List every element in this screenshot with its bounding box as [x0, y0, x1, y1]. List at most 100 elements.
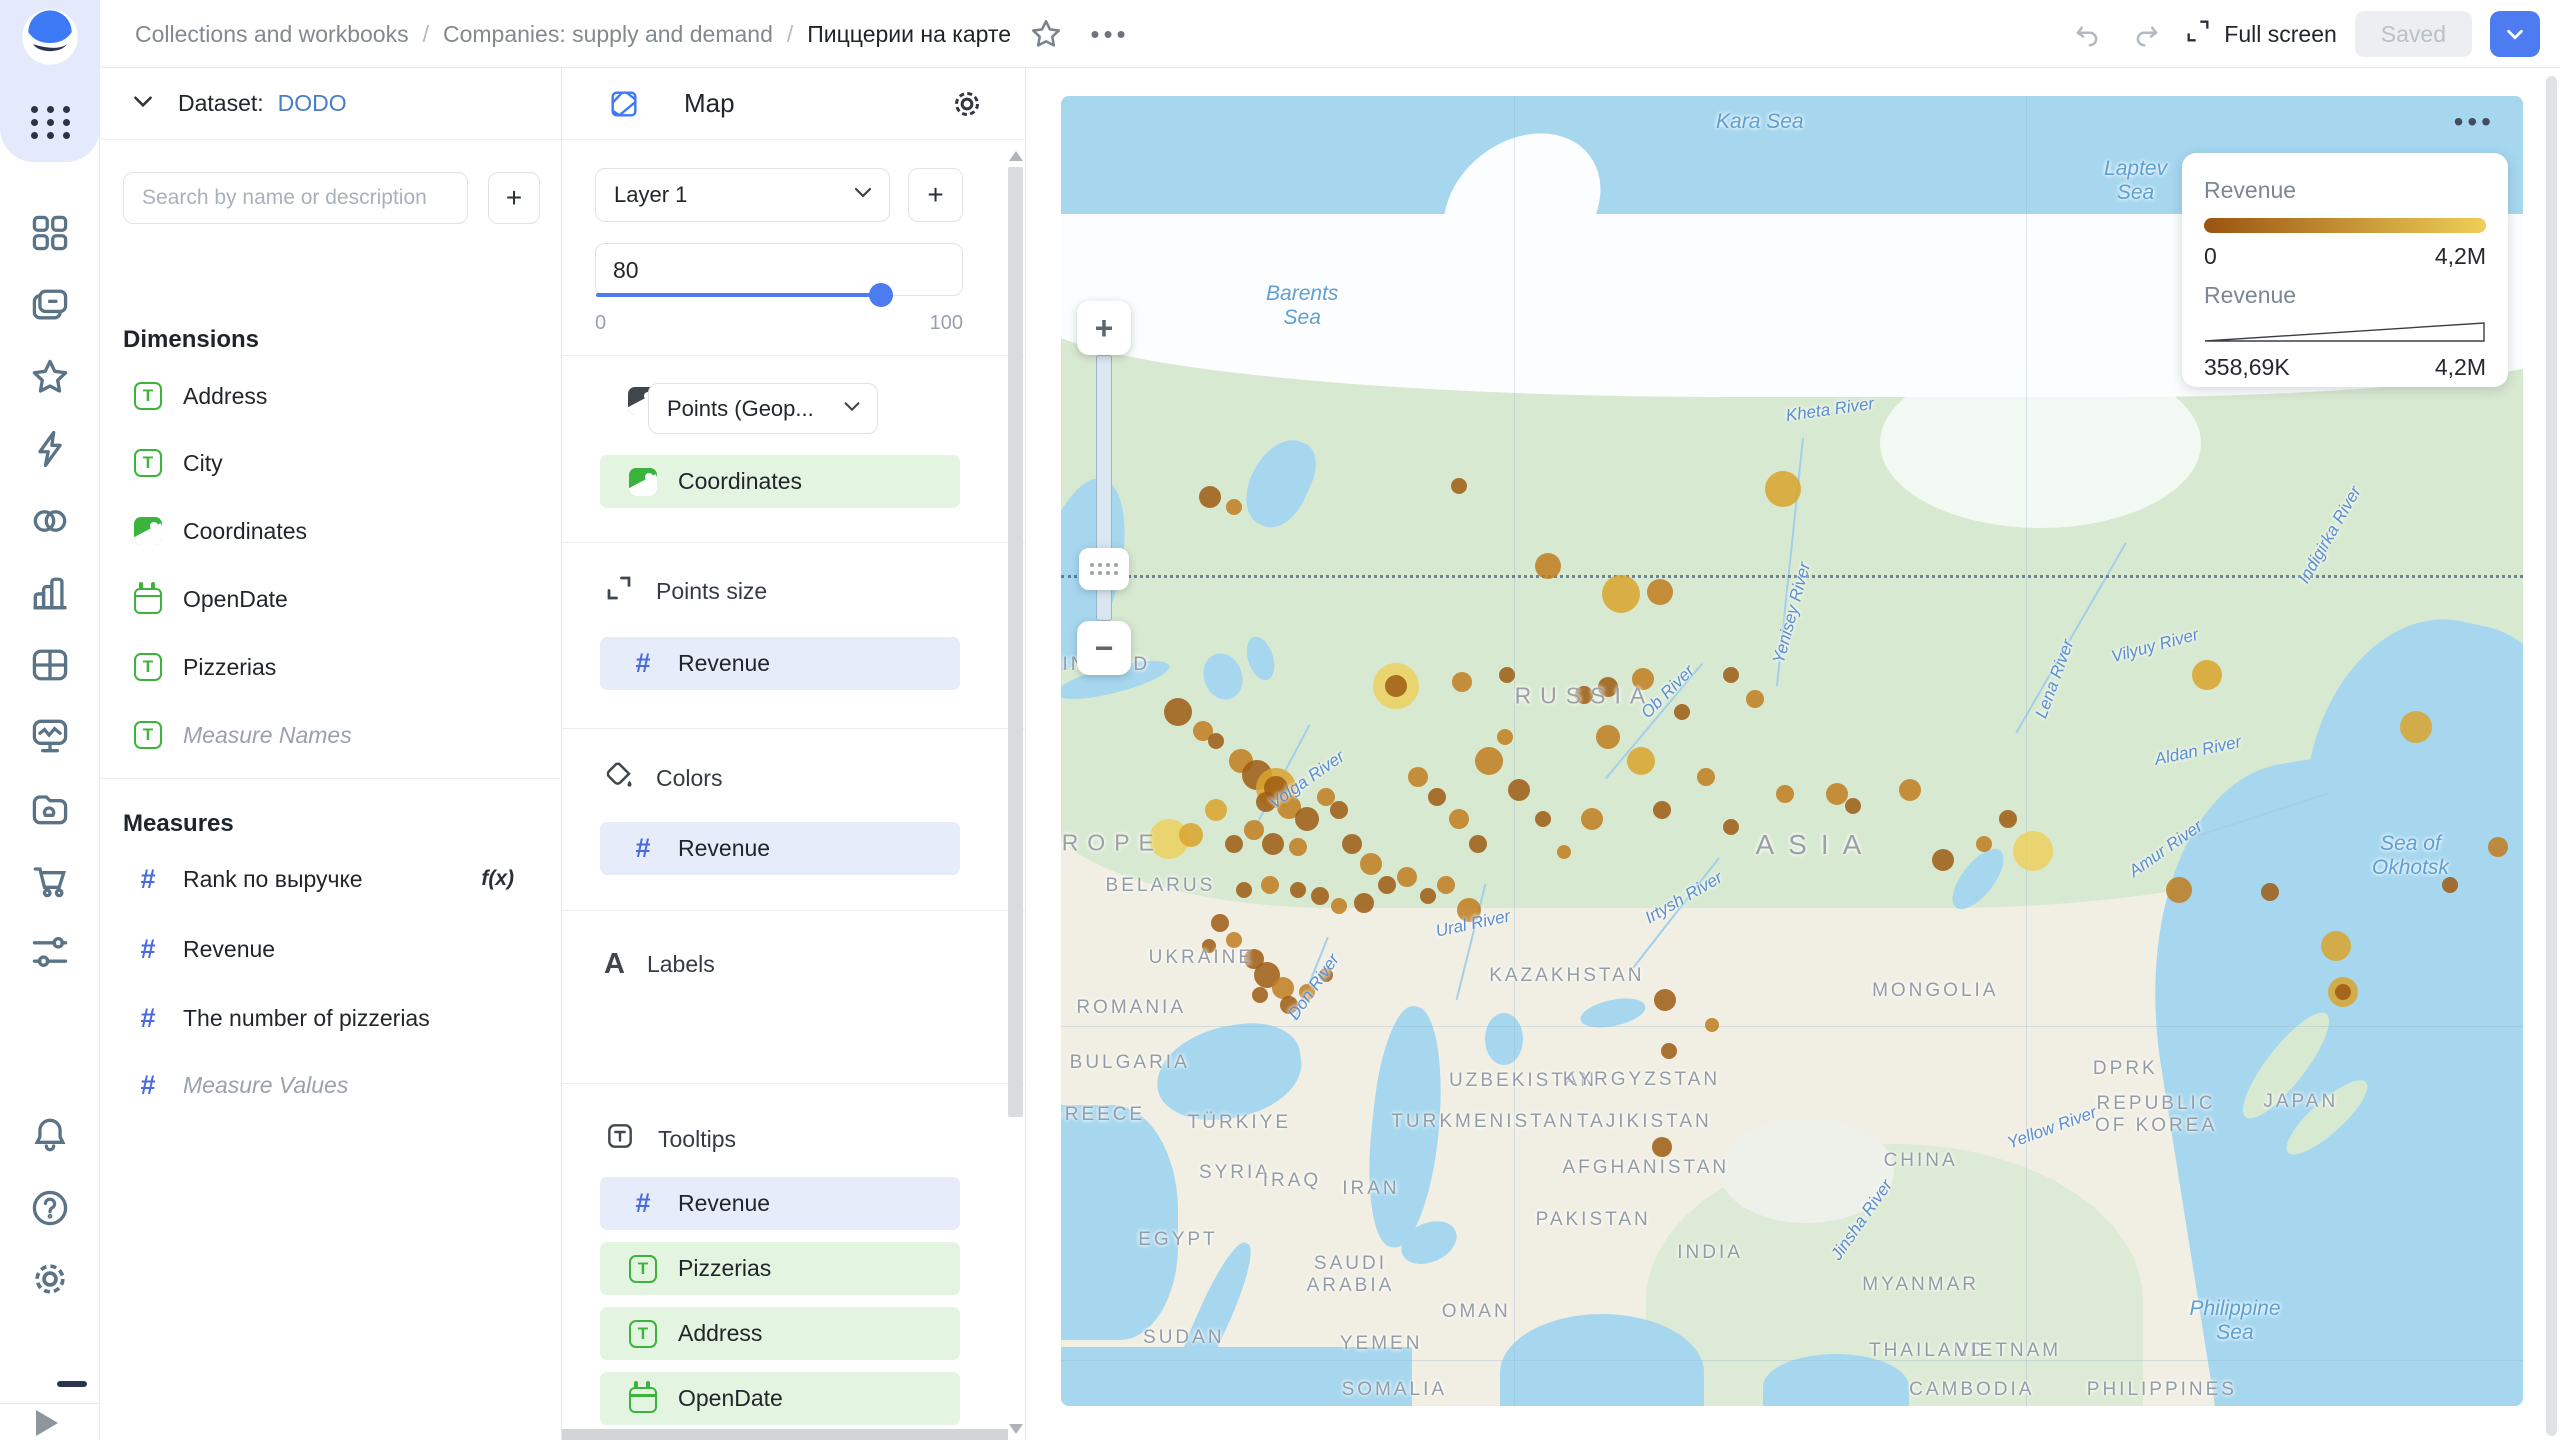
map-data-point[interactable] — [1627, 747, 1656, 776]
chip-pizzerias[interactable]: T Pizzerias — [600, 1242, 960, 1295]
scroll-up-icon[interactable] — [1009, 151, 1023, 161]
map-data-point[interactable] — [1397, 866, 1418, 887]
map-data-point[interactable] — [1448, 809, 1469, 830]
map-data-point[interactable] — [1999, 810, 2018, 829]
favorite-star-icon[interactable] — [1028, 16, 1064, 52]
map-canvas[interactable]: Kara Sea Barents Sea Laptev Sea Sea of Okhotsk… — [1061, 96, 2523, 1406]
expand-panel-icon[interactable] — [36, 1410, 58, 1436]
map-data-point[interactable] — [1353, 892, 1374, 913]
map-data-point[interactable] — [1475, 747, 1504, 776]
map-data-point[interactable] — [2335, 984, 2352, 1001]
sidebar-item-quick-actions[interactable] — [28, 427, 72, 471]
settings-gear-icon[interactable] — [28, 1257, 72, 1301]
map-data-point[interactable] — [2320, 931, 2351, 962]
dataset-name-link[interactable]: DODO — [278, 90, 347, 117]
breadcrumb-more-icon[interactable]: ••• — [1082, 14, 1138, 54]
map-data-point[interactable] — [1329, 800, 1348, 819]
map-data-point[interactable] — [1497, 728, 1514, 745]
field-row-rank-по-выручке[interactable]: # Rank по выручке f(x) — [110, 851, 540, 907]
sidebar-item-tables[interactable] — [28, 643, 72, 687]
field-row-revenue[interactable]: # Revenue — [110, 921, 540, 977]
map-data-point[interactable] — [1661, 1042, 1678, 1059]
field-row-address[interactable]: T Address — [110, 368, 540, 424]
map-data-point[interactable] — [1765, 471, 1802, 507]
map-data-point[interactable] — [1359, 852, 1382, 875]
map-data-point[interactable] — [2013, 830, 2054, 871]
scrollbar-thumb[interactable] — [1008, 167, 1023, 1117]
opacity-input[interactable]: 80 — [595, 243, 963, 307]
map-data-point[interactable] — [1931, 848, 1954, 871]
map-data-point[interactable] — [1179, 822, 1204, 847]
field-row-coordinates[interactable]: Coordinates — [110, 503, 540, 559]
map-data-point[interactable] — [1289, 881, 1306, 898]
map-data-point[interactable] — [1225, 499, 1242, 516]
map-data-point[interactable] — [1163, 697, 1192, 726]
sidebar-item-favorites[interactable] — [28, 355, 72, 399]
undo-icon[interactable] — [2068, 14, 2108, 54]
sidebar-item-service-settings[interactable] — [28, 930, 72, 974]
map-data-point[interactable] — [1378, 875, 1397, 894]
help-icon[interactable] — [28, 1186, 72, 1230]
map-data-point[interactable] — [1647, 579, 1674, 606]
chip-coordinates[interactable]: Coordinates — [600, 455, 960, 508]
chip-revenue[interactable]: # Revenue — [600, 822, 960, 875]
map-data-point[interactable] — [1746, 689, 1765, 708]
map-data-point[interactable] — [1775, 785, 1794, 804]
page-scrollbar[interactable] — [2546, 76, 2557, 1436]
layer-select[interactable]: Layer 1 — [595, 168, 890, 222]
field-row-the-number-of-pizzerias[interactable]: # The number of pizzerias — [110, 990, 540, 1046]
map-data-point[interactable] — [2166, 876, 2193, 903]
map-data-point[interactable] — [1199, 485, 1222, 508]
datalens-logo[interactable] — [21, 8, 79, 66]
search-input[interactable] — [123, 172, 468, 224]
sidebar-item-charts[interactable] — [28, 571, 72, 615]
sidebar-item-widgets[interactable] — [28, 211, 72, 255]
map-more-icon[interactable]: ••• — [2454, 106, 2495, 138]
map-data-point[interactable] — [1235, 881, 1252, 898]
redo-icon[interactable] — [2126, 14, 2166, 54]
map-data-point[interactable] — [1498, 667, 1515, 684]
chip-revenue[interactable]: # Revenue — [600, 637, 960, 690]
map-data-point[interactable] — [1243, 819, 1264, 840]
map-data-point[interactable] — [1427, 787, 1446, 806]
map-data-point[interactable] — [1251, 986, 1268, 1003]
map-data-point[interactable] — [1204, 798, 1227, 821]
collapse-handle[interactable] — [57, 1381, 87, 1387]
zoom-out-button[interactable]: − — [1077, 621, 1131, 675]
field-row-pizzerias[interactable]: T Pizzerias — [110, 639, 540, 695]
map-data-point[interactable] — [1845, 798, 1862, 815]
full-screen-button[interactable]: Full screen — [2184, 17, 2337, 51]
vertical-scrollbar[interactable] — [1008, 151, 1023, 1434]
field-row-city[interactable]: T City — [110, 435, 540, 491]
map-data-point[interactable] — [2488, 836, 2509, 857]
horizontal-scrollbar[interactable] — [562, 1429, 1008, 1440]
map-data-point[interactable] — [1294, 807, 1319, 832]
map-data-point[interactable] — [1534, 553, 1561, 580]
chip-opendate[interactable]: OpenDate — [600, 1372, 960, 1425]
map-data-point[interactable] — [1696, 768, 1715, 787]
chip-address[interactable]: T Address — [600, 1307, 960, 1360]
breadcrumb-item[interactable]: Пиццерии на карте — [807, 21, 1011, 48]
map-data-point[interactable] — [1722, 667, 1739, 684]
zoom-slider-handle[interactable] — [1079, 548, 1129, 590]
map-data-point[interactable] — [1261, 833, 1284, 855]
add-field-button[interactable]: + — [488, 172, 540, 224]
map-data-point[interactable] — [1975, 836, 1992, 852]
scroll-down-icon[interactable] — [1009, 1424, 1023, 1434]
map-data-point[interactable] — [2261, 883, 2280, 902]
map-data-point[interactable] — [1436, 875, 1455, 894]
map-data-point[interactable] — [1704, 1017, 1719, 1032]
breadcrumb-item[interactable]: Collections and workbooks — [135, 21, 409, 48]
save-dropdown-button[interactable] — [2490, 11, 2540, 57]
opacity-slider-knob[interactable] — [869, 283, 894, 307]
sidebar-item-connections[interactable] — [28, 499, 72, 543]
opacity-slider-track[interactable] — [596, 293, 882, 297]
apps-grid-icon[interactable] — [29, 101, 71, 143]
map-data-point[interactable] — [1580, 808, 1603, 831]
map-data-point[interactable] — [1207, 732, 1224, 749]
map-data-point[interactable] — [1407, 767, 1428, 788]
chart-settings-gear-icon[interactable] — [949, 86, 985, 127]
map-data-point[interactable] — [1288, 837, 1307, 856]
map-data-point[interactable] — [1211, 913, 1230, 932]
chevron-down-icon[interactable] — [130, 88, 156, 119]
